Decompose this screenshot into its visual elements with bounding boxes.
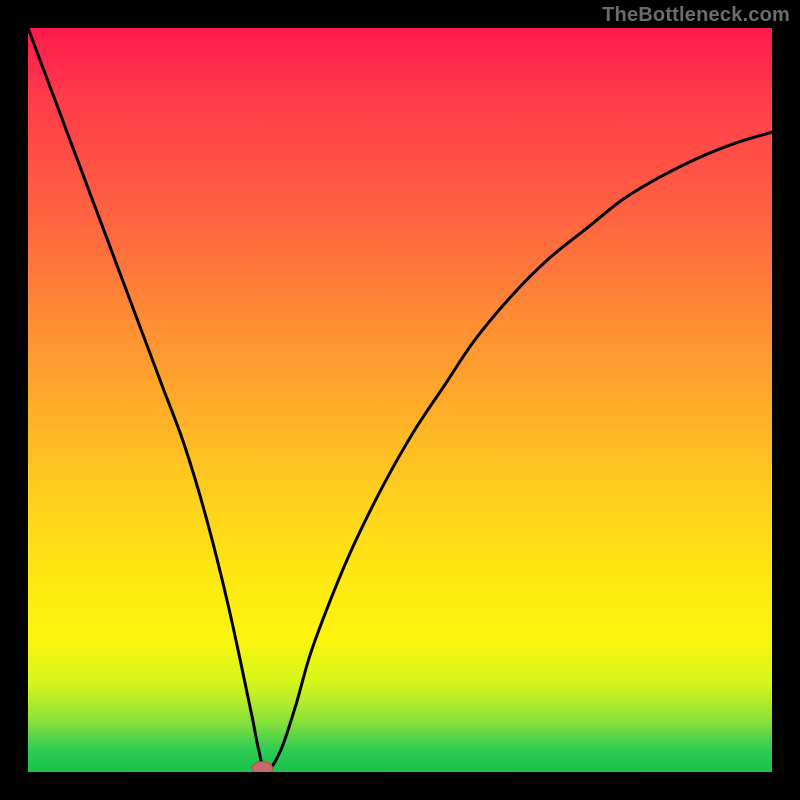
- minimum-marker: [252, 762, 273, 772]
- bottleneck-curve-svg: [28, 28, 772, 772]
- watermark-text: TheBottleneck.com: [602, 4, 790, 27]
- bottleneck-curve: [28, 28, 772, 772]
- plot-area: [28, 28, 772, 772]
- chart-frame: TheBottleneck.com: [0, 0, 800, 800]
